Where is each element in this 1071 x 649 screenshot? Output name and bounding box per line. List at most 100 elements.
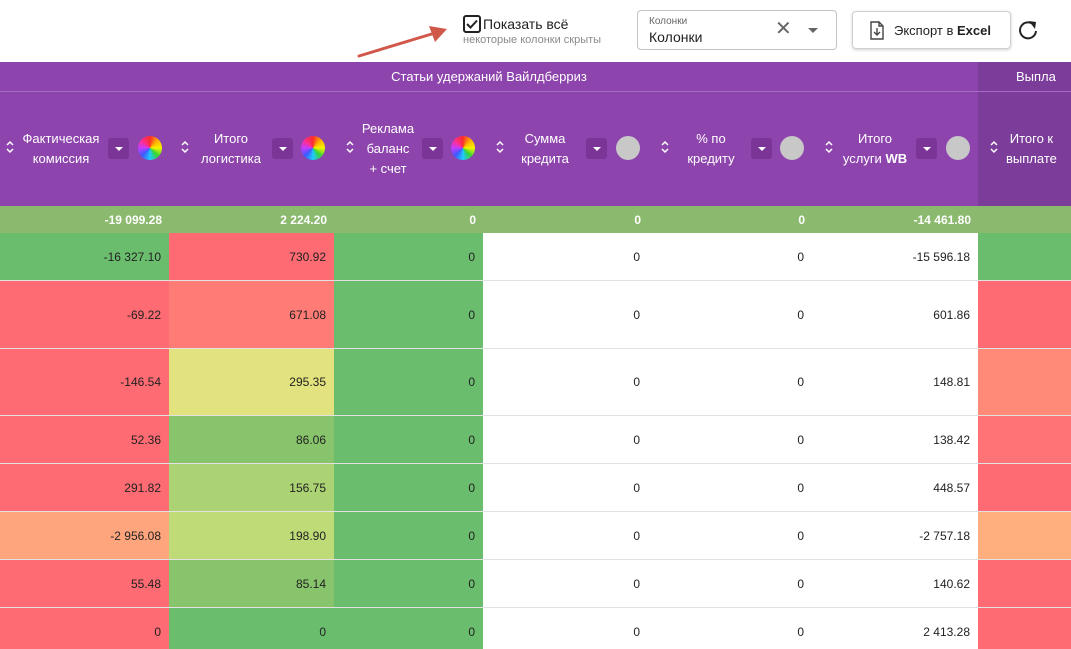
table-cell [978,464,1071,511]
table-cell: -2 757.18 [812,512,978,559]
column-header-total-logistics[interactable]: Итого логистика [169,92,334,206]
export-excel-button[interactable]: Экспорт в Excel [852,11,1011,49]
table-cell: 601.86 [812,281,978,348]
filter-dropdown-button[interactable] [108,138,129,159]
color-scale-icon[interactable] [946,136,970,160]
table-cell [978,560,1071,607]
color-scale-icon[interactable] [138,136,162,160]
column-header-label: Итого к выплате [1006,131,1057,166]
column-header-row: Фактическая комиссия Итого логистика Рекла… [0,92,1071,206]
filter-dropdown-button[interactable] [272,138,293,159]
table-cell: 0 [483,349,648,415]
color-scale-icon[interactable] [451,136,475,160]
sort-icon[interactable] [661,139,669,155]
sort-icon[interactable] [990,139,998,155]
table-cell: 86.06 [169,416,334,463]
table-cell [978,281,1071,348]
hidden-columns-note: некоторые колонки скрыты [463,34,602,46]
table-cell: 138.42 [812,416,978,463]
table-cell: 0 [483,608,648,649]
table-cell: 0 [483,464,648,511]
table-cell: 198.90 [169,512,334,559]
table-cell: 730.92 [169,233,334,280]
sort-icon[interactable] [825,139,833,155]
column-header-credit-percent[interactable]: % по кредиту [648,92,812,206]
table-cell: -146.54 [0,349,169,415]
table-cell [978,608,1071,649]
show-all-toggle[interactable]: Показать всё некоторые колонки скрыты [463,15,601,46]
table-cell: 0 [648,608,812,649]
table-cell: 0 [0,608,169,649]
sort-icon[interactable] [181,139,189,155]
table-cell: 0 [334,281,483,348]
column-header-actual-commission[interactable]: Фактическая комиссия [0,92,169,206]
show-all-checkbox[interactable] [463,15,481,33]
table-cell: 0 [648,560,812,607]
column-header-label: Фактическая комиссия [22,131,100,166]
table-cell: 52.36 [0,416,169,463]
total-cell: 2 224.20 [280,212,327,227]
columns-select-value[interactable]: Колонки [649,29,702,45]
table-cell: 295.35 [169,349,334,415]
group-header-deductions: Статьи удержаний Вайлдберриз [0,62,978,92]
table-row: 000002 413.28 [0,608,1071,649]
chevron-down-icon[interactable] [808,28,818,33]
column-header-credit-amount[interactable]: Сумма кредита [483,92,648,206]
column-header-total-payout[interactable]: Итого к выплате [978,92,1071,206]
table-cell: 0 [648,349,812,415]
table-cell: 0 [648,512,812,559]
table-row: 55.48 85.14 0 0 0 140.62 [0,560,1071,608]
table-row: -146.54 295.35 0 0 0 148.81 [0,349,1071,416]
total-cell: 0 [634,212,641,227]
table-cell: 156.75 [169,464,334,511]
filter-dropdown-button[interactable] [916,138,937,159]
table-cell: 0 [334,560,483,607]
color-scale-icon[interactable] [780,136,804,160]
column-header-label: Итого логистика [201,131,261,166]
table-cell: 0 [334,464,483,511]
color-scale-icon[interactable] [616,136,640,160]
filter-dropdown-button[interactable] [586,138,607,159]
clear-icon[interactable]: ✕ [775,19,792,39]
export-button-label: Экспорт в Excel [894,22,991,38]
table-cell: 0 [483,560,648,607]
filter-dropdown-button[interactable] [751,138,772,159]
sort-icon[interactable] [496,139,504,155]
columns-select-caption: Колонки [649,16,688,27]
toolbar: Показать всё некоторые колонки скрыты Ко… [0,0,1071,62]
totals-row: -19 099.28 2 224.20 0 0 0 -14 461.80 [0,206,1071,233]
table-row: -69.22 671.08 0 0 0 601.86 [0,281,1071,349]
table-row: -2 956.08 198.90 0 0 0 -2 757.18 [0,512,1071,560]
table-cell: 0 [334,608,483,649]
table-row: -16 327.10 730.92 0 0 0 -15 596.18 [0,233,1071,281]
table-cell: 0 [334,416,483,463]
table-cell [978,233,1071,280]
columns-select[interactable]: Колонки Колонки ✕ [637,10,837,50]
group-header-payouts: Выпла [978,62,1071,92]
table-cell: 0 [483,233,648,280]
check-icon [466,19,478,29]
show-all-label[interactable]: Показать всё [483,16,568,32]
table-cell [978,349,1071,415]
column-header-total-wb-services[interactable]: Итого услуги WB [812,92,978,206]
table-cell: 85.14 [169,560,334,607]
table-cell: -16 327.10 [0,233,169,280]
table-cell: 0 [648,464,812,511]
refresh-icon[interactable] [1017,19,1039,41]
table-cell [978,416,1071,463]
column-group-header: Статьи удержаний Вайлдберриз Выпла [0,62,1071,92]
color-scale-icon[interactable] [301,136,325,160]
table-row: 52.36 86.06 0 0 0 138.42 [0,416,1071,464]
table-cell: 291.82 [0,464,169,511]
column-header-ads-balance[interactable]: Реклама баланс + счет [334,92,483,206]
table-cell: 0 [648,281,812,348]
table-cell: 448.57 [812,464,978,511]
table-cell: 0 [334,512,483,559]
table-cell: 0 [334,233,483,280]
table-body: -16 327.10 730.92 0 0 0 -15 596.18 -69.22 671.0… [0,233,1071,649]
table-cell: 671.08 [169,281,334,348]
filter-dropdown-button[interactable] [422,138,443,159]
sort-icon[interactable] [346,139,354,155]
table-cell [978,512,1071,559]
sort-icon[interactable] [6,139,14,155]
